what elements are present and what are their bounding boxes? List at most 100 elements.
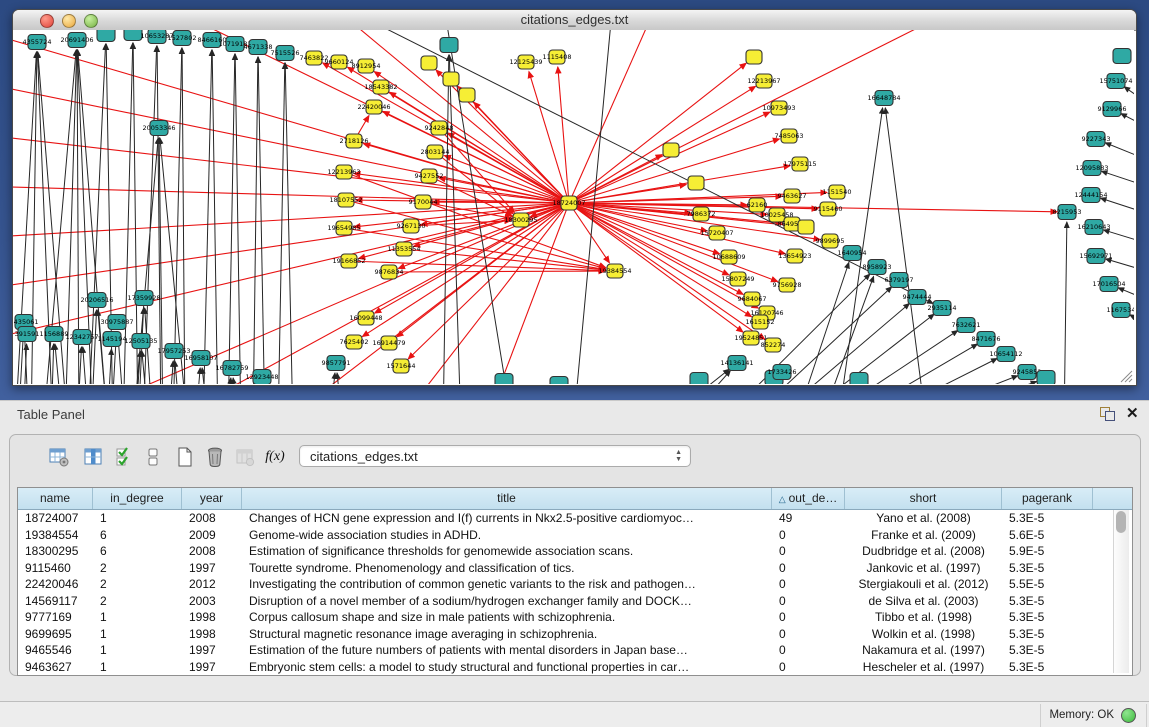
table-cell-pagerank[interactable]: 5.9E-5 [1002, 543, 1093, 560]
graph-node[interactable]: 1151540 [823, 185, 852, 199]
network-file-select[interactable]: citations_edges.txt ▲▼ [299, 445, 691, 467]
table-cell-title[interactable]: Disruption of a novel member of a sodium… [242, 593, 772, 610]
column-header-outde[interactable]: △out_de… [772, 488, 845, 509]
graph-node[interactable]: 17359928 [127, 291, 160, 306]
column-header-title[interactable]: title [242, 488, 772, 509]
graph-node[interactable]: 9170044 [409, 195, 438, 209]
graph-node[interactable]: 12342757 [65, 330, 98, 345]
graph-node[interactable]: 22420046 [357, 100, 390, 114]
table-cell-indegree[interactable]: 1 [93, 642, 182, 659]
table-cell-outde[interactable]: 0 [772, 527, 845, 544]
graph-node[interactable]: 14136141 [720, 356, 753, 371]
graph-node[interactable] [1037, 371, 1055, 385]
graph-node[interactable]: 7632621 [952, 318, 981, 333]
graph-node[interactable]: 1156889 [40, 327, 69, 342]
network-graph[interactable]: 4355724206914061065328715278028466160107… [13, 30, 1134, 384]
table-cell-indegree[interactable]: 1 [93, 609, 182, 626]
table-cell-indegree[interactable]: 6 [93, 527, 182, 544]
graph-node[interactable]: 16099448 [349, 311, 382, 325]
table-cell-short[interactable]: Nakamura et al. (1997) [845, 642, 1002, 659]
canvas-resize-grip[interactable] [1121, 371, 1132, 382]
table-cell-pagerank[interactable]: 5.3E-5 [1002, 510, 1093, 527]
graph-node[interactable]: 6379197 [885, 273, 914, 288]
graph-node[interactable] [443, 72, 459, 86]
table-column-button[interactable] [80, 444, 106, 470]
table-cell-outde[interactable]: 0 [772, 659, 845, 676]
graph-node[interactable]: 20691406 [60, 33, 93, 48]
table-cell-title[interactable]: Investigating the contribution of common… [242, 576, 772, 593]
table-row[interactable]: 1456911722003Disruption of a novel membe… [18, 593, 1132, 610]
graph-node[interactable]: 18543382 [364, 80, 397, 94]
table-cell-pagerank[interactable]: 5.3E-5 [1002, 659, 1093, 676]
graph-node[interactable] [798, 220, 814, 234]
table-row[interactable]: 1830029562008Estimation of significance … [18, 543, 1132, 560]
graph-node[interactable]: 1167534 [1107, 303, 1134, 318]
graph-node[interactable]: 9242848 [425, 121, 454, 135]
table-cell-title[interactable]: Changes of HCN gene expression and I(f) … [242, 510, 772, 527]
table-cell-name[interactable]: 22420046 [18, 576, 93, 593]
table-cell-outde[interactable]: 0 [772, 642, 845, 659]
graph-node[interactable]: 18300295 [504, 213, 537, 227]
table-cell-indegree[interactable]: 2 [93, 593, 182, 610]
graph-node[interactable]: 1115408 [543, 50, 572, 64]
graph-node[interactable] [688, 176, 704, 190]
graph-node[interactable]: 16648784 [867, 91, 900, 106]
graph-node[interactable]: 11353554 [387, 242, 420, 256]
table-cell-short[interactable]: de Silva et al. (2003) [845, 593, 1002, 610]
table-cell-year[interactable]: 2012 [182, 576, 242, 593]
close-panel-icon[interactable]: ✕ [1126, 404, 1139, 422]
graph-node[interactable]: 9115460 [814, 202, 843, 216]
graph-node[interactable]: 15807249 [721, 272, 754, 286]
graph-node[interactable]: 9474444 [903, 290, 932, 305]
graph-node[interactable]: 9227343 [1082, 132, 1111, 147]
graph-node[interactable]: 9899695 [816, 234, 845, 248]
scrollbar-thumb[interactable] [1116, 511, 1126, 533]
select-columns-button[interactable] [111, 444, 137, 470]
function-builder-button[interactable]: f(x) [262, 444, 288, 470]
graph-node[interactable]: 1615152 [746, 315, 775, 329]
table-cell-pagerank[interactable]: 5.3E-5 [1002, 626, 1093, 643]
table-cell-name[interactable]: 14569117 [18, 593, 93, 610]
table-cell-year[interactable]: 2008 [182, 543, 242, 560]
table-cell-title[interactable]: Embryonic stem cells: a model to study s… [242, 659, 772, 676]
graph-node[interactable] [495, 374, 513, 385]
table-cell-name[interactable]: 18724007 [18, 510, 93, 527]
table-cell-pagerank[interactable]: 5.3E-5 [1002, 609, 1093, 626]
graph-node[interactable]: 852274 [761, 338, 786, 352]
table-cell-pagerank[interactable]: 5.3E-5 [1002, 642, 1093, 659]
graph-node[interactable]: 12213967 [747, 74, 780, 88]
table-row[interactable]: 946362711997Embryonic stem cells: a mode… [18, 659, 1132, 676]
table-cell-pagerank[interactable]: 5.3E-5 [1002, 560, 1093, 577]
row-height-button[interactable] [140, 444, 166, 470]
graph-node[interactable]: 9267130 [397, 219, 426, 233]
table-cell-title[interactable]: Structural magnetic resonance image aver… [242, 626, 772, 643]
graph-node[interactable] [440, 38, 458, 53]
table-cell-indegree[interactable]: 1 [93, 626, 182, 643]
graph-node[interactable]: 12505135 [124, 334, 157, 349]
table-row[interactable]: 1872400712008Changes of HCN gene express… [18, 510, 1132, 527]
graph-node[interactable]: 1145194 [98, 332, 127, 347]
table-cell-short[interactable]: Dudbridge et al. (2008) [845, 543, 1002, 560]
table-cell-name[interactable]: 18300295 [18, 543, 93, 560]
table-cell-year[interactable]: 1997 [182, 642, 242, 659]
table-cell-indegree[interactable]: 1 [93, 659, 182, 676]
table-cell-short[interactable]: Jankovic et al. (1997) [845, 560, 1002, 577]
graph-node[interactable]: 10654112 [989, 347, 1022, 362]
table-row[interactable]: 2242004622012Investigating the contribut… [18, 576, 1132, 593]
graph-node[interactable]: 8912954 [352, 59, 381, 73]
graph-node[interactable]: 2803144 [421, 145, 450, 159]
table-cell-outde[interactable]: 0 [772, 626, 845, 643]
graph-node[interactable]: 18107552 [329, 193, 362, 207]
table-cell-outde[interactable]: 0 [772, 560, 845, 577]
graph-node[interactable] [124, 30, 142, 41]
column-header-name[interactable]: name [18, 488, 93, 509]
graph-node[interactable] [97, 30, 115, 42]
graph-node[interactable]: 19384554 [598, 264, 631, 278]
table-scrollbar[interactable] [1113, 510, 1129, 673]
table-row[interactable]: 946554611997Estimation of the future num… [18, 642, 1132, 659]
table-cell-outde[interactable]: 49 [772, 510, 845, 527]
graph-node[interactable]: 19166852 [332, 254, 365, 268]
graph-node[interactable] [550, 377, 568, 385]
graph-node[interactable]: 391591 [15, 327, 40, 342]
graph-node[interactable] [850, 373, 868, 385]
